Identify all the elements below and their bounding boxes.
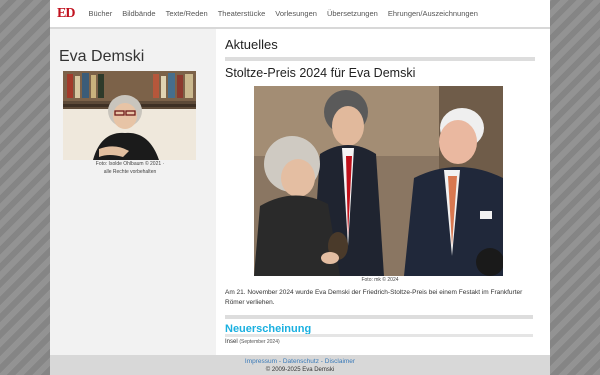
news-headline[interactable]: Stoltze-Preis 2024 für Eva Demski	[225, 66, 535, 80]
impressum-link[interactable]: Impressum	[245, 358, 277, 365]
portrait-caption-line2: alle Rechte vorbehalten	[103, 169, 157, 175]
nav-item-ehrungen[interactable]: Ehrungen/Auszeichnungen	[388, 9, 478, 18]
datenschutz-link[interactable]: Datenschutz	[283, 358, 319, 365]
nav-item-bildbaende[interactable]: Bildbände	[122, 9, 155, 18]
new-release-item[interactable]: Insel (September 2024)	[225, 339, 280, 345]
top-nav: ED Bücher Bildbände Texte/Reden Theaters…	[50, 0, 550, 29]
new-release-book-title[interactable]: Insel	[225, 339, 238, 345]
award-photo	[254, 86, 503, 276]
section-divider-3	[225, 334, 533, 337]
sidebar-title: Eva Demski	[59, 48, 145, 65]
main-content: Aktuelles Stoltze-Preis 2024 für Eva Dem…	[225, 29, 535, 355]
disclaimer-link[interactable]: Disclaimer	[325, 358, 355, 365]
nav-item-vorlesungen[interactable]: Vorlesungen	[275, 9, 317, 18]
page: ED Bücher Bildbände Texte/Reden Theaters…	[50, 0, 550, 375]
logo[interactable]: ED	[57, 6, 75, 22]
section-title: Aktuelles	[225, 37, 278, 52]
portrait-caption-line1: Foto: Isolde Ohlbaum © 2021 ·	[95, 161, 165, 167]
nav-item-texte-reden[interactable]: Texte/Reden	[166, 9, 208, 18]
copyright: © 2009-2025 Eva Demski	[265, 367, 335, 373]
footer: Impressum - Datenschutz - Disclaimer © 2…	[50, 355, 550, 375]
nav-item-uebersetzungen[interactable]: Übersetzungen	[327, 9, 378, 18]
sidebar: Eva Demski Foto: Isolde Ohlbaum © 2021 ·…	[50, 29, 216, 355]
section-divider	[225, 57, 535, 61]
section-divider-2	[225, 315, 533, 319]
portrait-caption: Foto: Isolde Ohlbaum © 2021 · alle Recht…	[50, 160, 210, 176]
nav-item-buecher[interactable]: Bücher	[88, 9, 112, 18]
footer-links: Impressum - Datenschutz - Disclaimer	[50, 355, 550, 366]
author-portrait	[63, 71, 196, 160]
news-body: Am 21. November 2024 wurde Eva Demski de…	[225, 289, 523, 306]
new-release-date: (September 2024)	[239, 339, 280, 345]
nav-item-theaterstuecke[interactable]: Theaterstücke	[218, 9, 266, 18]
photo-caption: Foto: mk © 2024	[361, 277, 399, 283]
